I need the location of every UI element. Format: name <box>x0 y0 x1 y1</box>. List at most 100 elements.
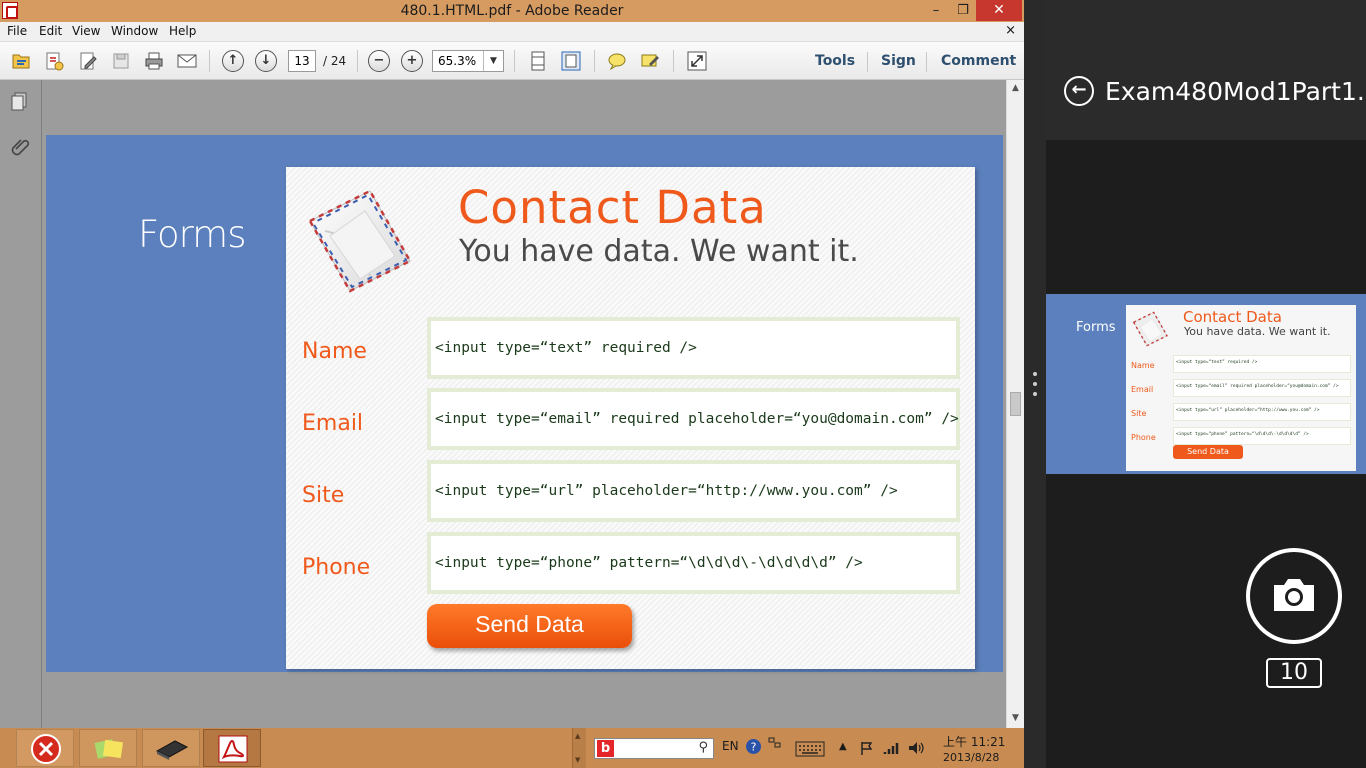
site-field-code: <input type=“url” placeholder=“http://ww… <box>435 483 898 499</box>
thumbnail-site-label: Site <box>1131 409 1147 418</box>
pages-icon[interactable] <box>9 90 31 112</box>
zoom-select[interactable]: ▼ <box>432 50 504 72</box>
comment-icon[interactable] <box>606 50 628 72</box>
scrollbar-thumb[interactable] <box>1010 392 1021 416</box>
site-field[interactable]: <input type=“url” placeholder=“http://ww… <box>427 460 960 522</box>
adobe-reader-icon <box>218 735 248 763</box>
menu-file[interactable]: File <box>7 24 27 38</box>
full-screen-icon[interactable] <box>686 50 708 72</box>
capture-count: 10 <box>1266 658 1322 688</box>
scroll-up-icon[interactable]: ▲ <box>1007 83 1024 93</box>
close-document-icon[interactable]: × <box>1005 23 1016 38</box>
minus-icon: − <box>373 53 385 68</box>
email-icon[interactable] <box>176 50 198 72</box>
phone-label: Phone <box>302 555 371 580</box>
scroll-mode-icon[interactable] <box>527 50 549 72</box>
close-button[interactable]: ✕ <box>976 0 1022 21</box>
toolbar-separator <box>357 50 358 72</box>
clock-time[interactable]: 上午 11:21 <box>943 733 1005 750</box>
toolbar-separator <box>594 50 595 72</box>
email-field-code: <input type=“email” required placeholder… <box>435 411 959 427</box>
book-icon <box>155 740 189 760</box>
open-file-icon[interactable] <box>10 50 32 72</box>
window-title: 480.1.HTML.pdf - Adobe Reader <box>400 3 624 19</box>
ime-options-icon[interactable] <box>768 735 782 749</box>
snap-divider[interactable] <box>1024 0 1046 768</box>
network-signal-icon[interactable] <box>883 740 900 756</box>
svg-text:?: ? <box>751 741 757 754</box>
print-icon[interactable] <box>143 50 165 72</box>
language-indicator[interactable]: EN <box>722 739 739 753</box>
back-button[interactable]: ← <box>1064 76 1094 106</box>
zoom-in-button[interactable]: + <box>401 50 423 72</box>
action-center-flag-icon[interactable] <box>859 740 875 756</box>
show-hidden-icons-icon[interactable]: ▲ <box>839 741 847 752</box>
bing-search-box[interactable]: b ⚲ <box>594 738 714 759</box>
taskbar-close-app-button[interactable] <box>16 729 74 767</box>
zoom-out-button[interactable]: − <box>368 50 390 72</box>
name-field[interactable]: <input type=“text” required /> <box>427 317 960 379</box>
form-title: Contact Data <box>458 181 767 234</box>
arrow-left-icon: ← <box>1071 79 1087 100</box>
toolbar: ↑ ↓ / 24 − + ▼ Tools Sign <box>0 42 1024 80</box>
page-total: / 24 <box>323 54 347 68</box>
slide-thumbnail[interactable]: Forms Contact Data You have data. We wan… <box>1046 294 1366 474</box>
thumbnail-email-field: <input type=“email” required placeholder… <box>1173 379 1351 397</box>
taskbar-adobe-reader-button[interactable] <box>203 729 261 767</box>
camera-button[interactable] <box>1246 548 1342 644</box>
taskbar-sticky-notes-button[interactable] <box>79 729 137 767</box>
previous-page-button[interactable]: ↑ <box>222 50 244 72</box>
taskbar-ebook-button[interactable] <box>142 729 200 767</box>
toolbar-separator <box>926 52 927 72</box>
menu-window[interactable]: Window <box>111 24 158 38</box>
create-pdf-icon[interactable] <box>43 50 65 72</box>
name-field-code: <input type=“text” required /> <box>435 340 697 356</box>
fit-page-icon[interactable] <box>560 50 582 72</box>
vertical-scrollbar[interactable]: ▲ ▼ <box>1006 80 1024 728</box>
toolbar-separator <box>209 50 210 72</box>
volume-icon[interactable] <box>907 740 925 756</box>
help-icon[interactable]: ? <box>745 738 762 755</box>
email-label: Email <box>302 411 364 436</box>
title-bar[interactable]: 480.1.HTML.pdf - Adobe Reader – ❐ ✕ <box>0 0 1024 22</box>
navigation-pane <box>0 80 42 728</box>
email-field[interactable]: <input type=“email” required placeholder… <box>427 388 960 450</box>
thumbnail-name-field: <input type=“text” required /> <box>1173 355 1351 373</box>
send-data-button[interactable]: Send Data <box>427 604 632 648</box>
stop-icon <box>31 734 61 764</box>
clock-date[interactable]: 2013/8/28 <box>943 751 999 764</box>
search-icon[interactable]: ⚲ <box>698 740 708 755</box>
side-panel-title: Exam480Mod1Part1... <box>1105 77 1366 106</box>
arrow-up-icon: ↑ <box>227 53 239 68</box>
taskbar-scroller[interactable]: ▲ ▼ <box>572 728 586 768</box>
attachment-icon[interactable] <box>9 134 31 156</box>
thumbnail-email-code: <input type=“email” required placeholder… <box>1176 384 1339 389</box>
thumbnail-phone-code: <input type=“phone” pattern=“\d\d\d\-\d\… <box>1176 432 1309 437</box>
thumbnail-phone-label: Phone <box>1131 433 1156 442</box>
menu-view[interactable]: View <box>72 24 100 38</box>
zoom-input[interactable] <box>433 51 483 71</box>
next-page-button[interactable]: ↓ <box>255 50 277 72</box>
page-number-input[interactable] <box>288 50 316 72</box>
save-icon[interactable] <box>110 50 132 72</box>
menu-help[interactable]: Help <box>169 24 196 38</box>
scroll-down-icon[interactable]: ▼ <box>575 756 580 764</box>
chevron-down-icon[interactable]: ▼ <box>483 51 503 71</box>
comment-tab[interactable]: Comment <box>941 53 1016 69</box>
minimize-button[interactable]: – <box>922 0 950 21</box>
phone-field[interactable]: <input type=“phone” pattern=“\d\d\d\-\d\… <box>427 532 960 594</box>
touch-keyboard-icon[interactable] <box>795 741 825 757</box>
thumbnail-name-label: Name <box>1131 361 1155 370</box>
scroll-up-icon[interactable]: ▲ <box>575 732 580 740</box>
edit-icon[interactable] <box>77 50 99 72</box>
menu-bar: File Edit View Window Help × <box>0 22 1024 42</box>
maximize-button[interactable]: ❐ <box>950 0 976 21</box>
scroll-down-icon[interactable]: ▼ <box>1007 713 1024 723</box>
menu-edit[interactable]: Edit <box>39 24 62 38</box>
thumbnail-name-code: <input type=“text” required /> <box>1176 360 1258 365</box>
sign-tab[interactable]: Sign <box>881 53 916 69</box>
tools-tab[interactable]: Tools <box>815 53 855 69</box>
sticky-notes-icon <box>94 739 124 759</box>
highlight-icon[interactable] <box>639 50 661 72</box>
name-label: Name <box>302 339 367 364</box>
